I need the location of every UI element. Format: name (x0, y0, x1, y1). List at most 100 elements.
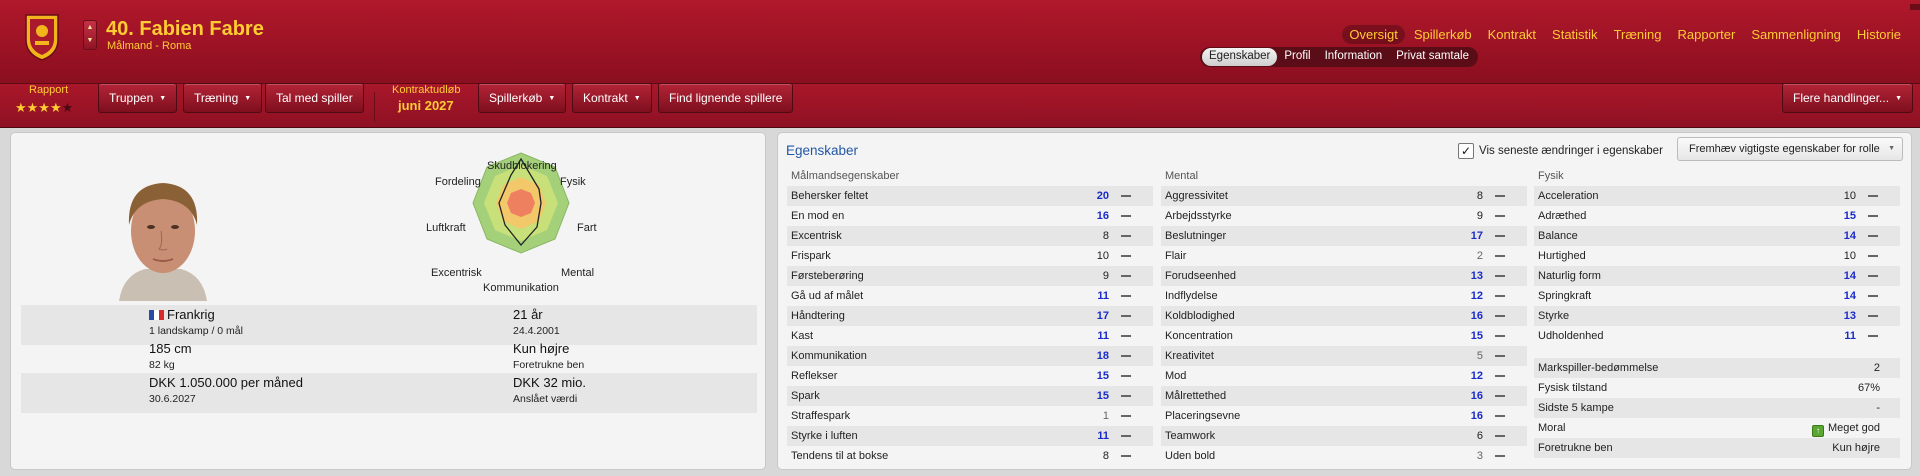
nav-statistik[interactable]: Statistik (1545, 25, 1605, 44)
attribute-name: Førsteberøring (791, 270, 864, 282)
attribute-name: Spark (791, 390, 820, 402)
attribute-row: Arbejdsstyrke 9 (1161, 206, 1527, 226)
player-header: ▲ ▼ 40. Fabien Fabre Målmand - Roma Overs… (0, 0, 1920, 84)
show-changes-checkbox[interactable]: ✓ (1458, 143, 1474, 159)
attribute-value: 3 (1476, 450, 1483, 462)
nav-oversigt[interactable]: Oversigt (1342, 25, 1405, 44)
attribute-row: Styrke 13 (1534, 306, 1900, 326)
no-change-icon (1495, 215, 1505, 217)
nav-rapporter[interactable]: Rapporter (1671, 25, 1743, 44)
rating-stars-icon[interactable]: ★★★★★ (15, 100, 73, 116)
attribute-value: 11 (1097, 430, 1109, 442)
tab-egenskaber[interactable]: Egenskaber (1202, 48, 1278, 66)
weight-value: 82 kg (149, 359, 175, 371)
info-name: Moral (1538, 422, 1566, 434)
attribute-row: Springkraft 14 (1534, 286, 1900, 306)
flere-handlinger-button[interactable]: Flere handlinger... ▼ (1782, 83, 1913, 113)
player-prev-next-arrows[interactable]: ▲ ▼ (83, 20, 97, 50)
attribute-value: 10 (1096, 250, 1109, 262)
attribute-row: Flair 2 (1161, 246, 1527, 266)
radar-label-skudblokering: Skudblokering (487, 160, 557, 172)
attribute-value: 11 (1097, 330, 1109, 342)
find-lignende-spillere-button[interactable]: Find lignende spillere (658, 83, 794, 113)
market-value-label: Anslået værdi (513, 393, 578, 405)
highlight-role-dropdown[interactable]: Fremhæv vigtigste egenskaber for rolle ▼ (1677, 137, 1903, 161)
traening-button[interactable]: Træning ▼ (183, 83, 263, 113)
attribute-name: Kast (791, 330, 814, 342)
player-position-club: Målmand - Roma (107, 40, 192, 52)
attribute-row: Adræthed 15 (1534, 206, 1900, 226)
nav-kontrakt[interactable]: Kontrakt (1481, 25, 1543, 44)
top-navigation: Oversigt Spillerkøb Kontrakt Statistik T… (1342, 25, 1908, 44)
nav-traening[interactable]: Træning (1607, 25, 1669, 44)
info-value: 2 (1873, 362, 1880, 374)
attribute-name: Forudseenhed (1165, 270, 1236, 282)
attribute-value: 14 (1843, 270, 1856, 282)
attribute-value: 2 (1476, 250, 1483, 262)
attribute-name: Gå ud af målet (791, 290, 864, 302)
attribute-name: Målrettethed (1165, 390, 1227, 402)
no-change-icon (1868, 195, 1878, 197)
radar-label-excentrisk: Excentrisk (431, 267, 482, 279)
attribute-row: Placeringsevne 16 (1161, 406, 1527, 426)
no-change-icon (1495, 395, 1505, 397)
attribute-value: 8 (1102, 230, 1109, 242)
info-value: - (1876, 402, 1880, 414)
attribute-row: Uden bold 3 (1161, 446, 1527, 466)
attribute-name: Adræthed (1538, 210, 1587, 222)
attribute-name: En mod en (791, 210, 845, 222)
info-row: Fysisk tilstand 67% (1534, 378, 1900, 398)
attribute-value: 8 (1102, 450, 1109, 462)
no-change-icon (1868, 275, 1878, 277)
attribute-value: 16 (1470, 410, 1483, 422)
attributes-title: Egenskaber (786, 143, 859, 158)
no-change-icon (1495, 315, 1505, 317)
attribute-row: Kreativitet 5 (1161, 346, 1527, 366)
no-change-icon (1121, 335, 1131, 337)
attribute-value: 13 (1843, 310, 1856, 322)
no-change-icon (1121, 235, 1131, 237)
attribute-row: En mod en 16 (787, 206, 1153, 226)
nav-historie[interactable]: Historie (1850, 25, 1908, 44)
nav-sammenligning[interactable]: Sammenligning (1744, 25, 1848, 44)
kontrakt-button[interactable]: Kontrakt ▼ (572, 83, 652, 113)
nationality-value: Frankrig (149, 307, 215, 322)
attribute-name: Frispark (791, 250, 831, 262)
nav-spillerkoeb[interactable]: Spillerkøb (1407, 25, 1479, 44)
info-name: Fysisk tilstand (1538, 382, 1608, 394)
no-change-icon (1495, 255, 1505, 257)
attribute-value: 15 (1096, 370, 1109, 382)
attribute-value: 14 (1843, 230, 1856, 242)
no-change-icon (1495, 415, 1505, 417)
truppen-button[interactable]: Truppen ▼ (98, 83, 178, 113)
attribute-value: 1 (1102, 410, 1109, 422)
no-change-icon (1868, 255, 1878, 257)
attribute-name: Behersker feltet (791, 190, 869, 202)
attribute-name: Beslutninger (1165, 230, 1227, 242)
attribute-name: Tendens til at bokse (791, 450, 889, 462)
attribute-name: Arbejdsstyrke (1165, 210, 1232, 222)
attribute-value: 18 (1096, 350, 1109, 362)
no-change-icon (1495, 195, 1505, 197)
no-change-icon (1121, 295, 1131, 297)
spillerkoeb-button[interactable]: Spillerkøb ▼ (478, 83, 567, 113)
info-row: Moral ↑ Meget god (1534, 418, 1900, 438)
tab-privat-samtale[interactable]: Privat samtale (1389, 48, 1476, 66)
no-change-icon (1868, 335, 1878, 337)
player-photo (105, 169, 221, 301)
attribute-row: Hurtighed 10 (1534, 246, 1900, 266)
no-change-icon (1121, 275, 1131, 277)
attribute-row: Naturlig form 14 (1534, 266, 1900, 286)
overview-subtabs: Egenskaber Profil Information Privat sam… (1200, 47, 1478, 67)
tab-information[interactable]: Information (1318, 48, 1390, 66)
attribute-row: Acceleration 10 (1534, 186, 1900, 206)
attribute-row: Koldblodighed 16 (1161, 306, 1527, 326)
tal-med-spiller-button[interactable]: Tal med spiller (265, 83, 364, 113)
info-name: Foretrukne ben (1538, 442, 1613, 454)
attribute-name: Styrke (1538, 310, 1570, 322)
info-row: Sidste 5 kampe - (1534, 398, 1900, 418)
tab-profil[interactable]: Profil (1277, 48, 1317, 66)
attribute-value: 13 (1470, 270, 1483, 282)
foot-value: Kun højre (513, 341, 570, 356)
attribute-row: Førsteberøring 9 (787, 266, 1153, 286)
